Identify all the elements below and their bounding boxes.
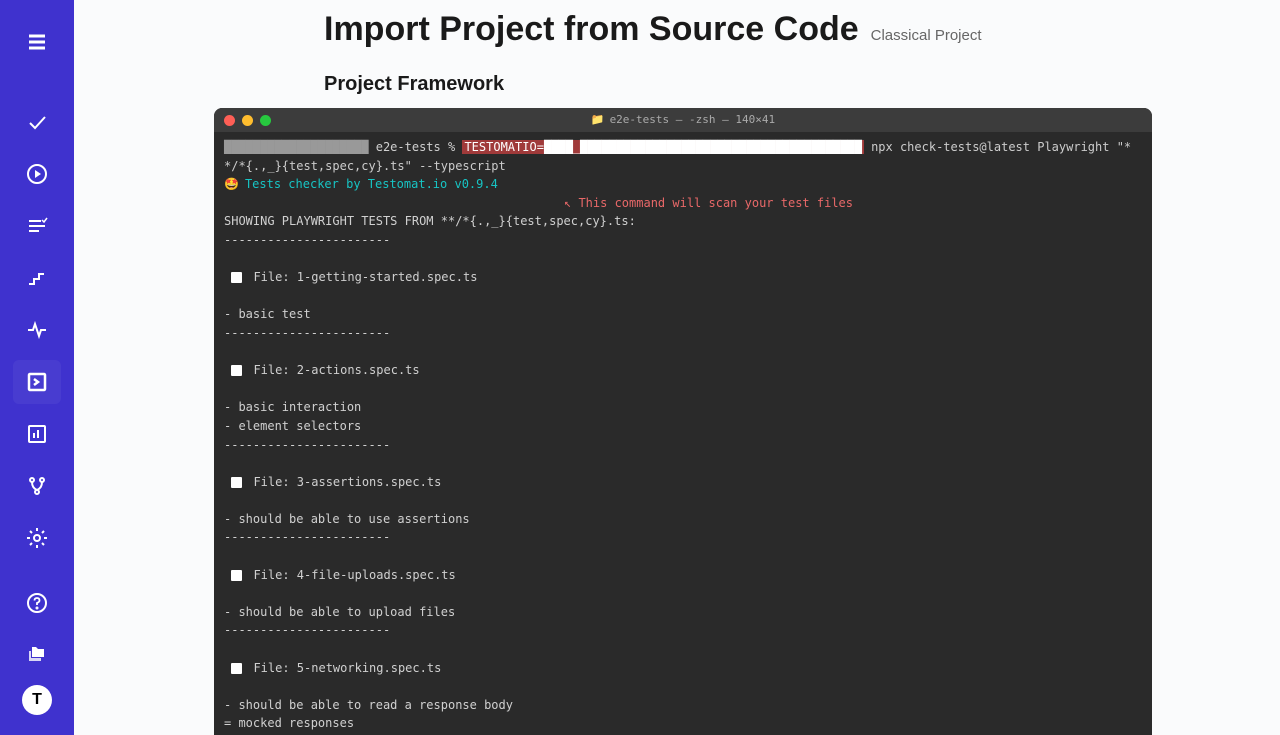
sidebar-item-branch[interactable] [13,464,61,508]
sidebar-item-help[interactable] [13,581,61,625]
sidebar-item-play[interactable] [13,152,61,196]
terminal-file-line: File: 3-assertions.spec.ts [224,473,1142,492]
hamburger-icon [25,30,49,54]
terminal-test-line: - element selectors [224,417,1142,436]
folders-icon [25,643,49,667]
close-dot-icon [224,115,235,126]
terminal-tab-title: 📁 e2e-tests — -zsh — 140×41 [591,111,775,128]
terminal-test-line: = mocked responses [224,714,1142,733]
main-content: Import Project from Source Code Classica… [74,0,1280,735]
sidebar-item-settings[interactable] [13,516,61,560]
list-check-icon [25,214,49,238]
pulse-icon [25,318,49,342]
terminal-titlebar: 📁 e2e-tests — -zsh — 140×41 [214,108,1152,132]
chart-icon [25,422,49,446]
sidebar-item-check[interactable] [13,100,61,144]
sidebar-item-import[interactable] [13,360,61,404]
gear-icon [25,526,49,550]
maximize-dot-icon [260,115,271,126]
menu-button[interactable] [13,20,61,64]
terminal-file-line: File: 2-actions.spec.ts [224,361,1142,380]
sidebar-item-folders[interactable] [13,633,61,677]
terminal-test-line: - should be able to upload files [224,603,1142,622]
terminal-window: 📁 e2e-tests — -zsh — 140×41 ████████████… [214,108,1152,735]
section-title: Project Framework [324,73,1240,96]
sidebar-item-list[interactable] [13,204,61,248]
terminal-test-line: - basic test [224,305,1142,324]
sidebar-item-steps[interactable] [13,256,61,300]
terminal-file-line: File: 5-networking.spec.ts [224,659,1142,678]
logo[interactable]: T [22,685,52,715]
steps-icon [25,266,49,290]
branch-icon [25,474,49,498]
minimize-dot-icon [242,115,253,126]
terminal-test-line: - should be able to use assertions [224,510,1142,529]
sidebar-item-pulse[interactable] [13,308,61,352]
terminal-file-line: File: 1-getting-started.spec.ts [224,268,1142,287]
play-circle-icon [25,162,49,186]
import-icon [25,370,49,394]
emoji-icon: 🤩 [224,175,239,194]
page-header: Import Project from Source Code Classica… [324,10,1240,49]
page-subtitle: Classical Project [871,27,982,44]
sidebar: T [0,0,74,735]
check-icon [25,110,49,134]
terminal-test-line: - basic interaction [224,398,1142,417]
terminal-file-line: File: 4-file-uploads.spec.ts [224,566,1142,585]
help-icon [25,591,49,615]
terminal-output: ████████████████████ e2e-tests % TESTOMA… [214,132,1152,735]
page-title: Import Project from Source Code [324,10,859,49]
terminal-test-line: - should be able to read a response body [224,696,1142,715]
sidebar-item-chart[interactable] [13,412,61,456]
folder-icon: 📁 [591,111,605,128]
